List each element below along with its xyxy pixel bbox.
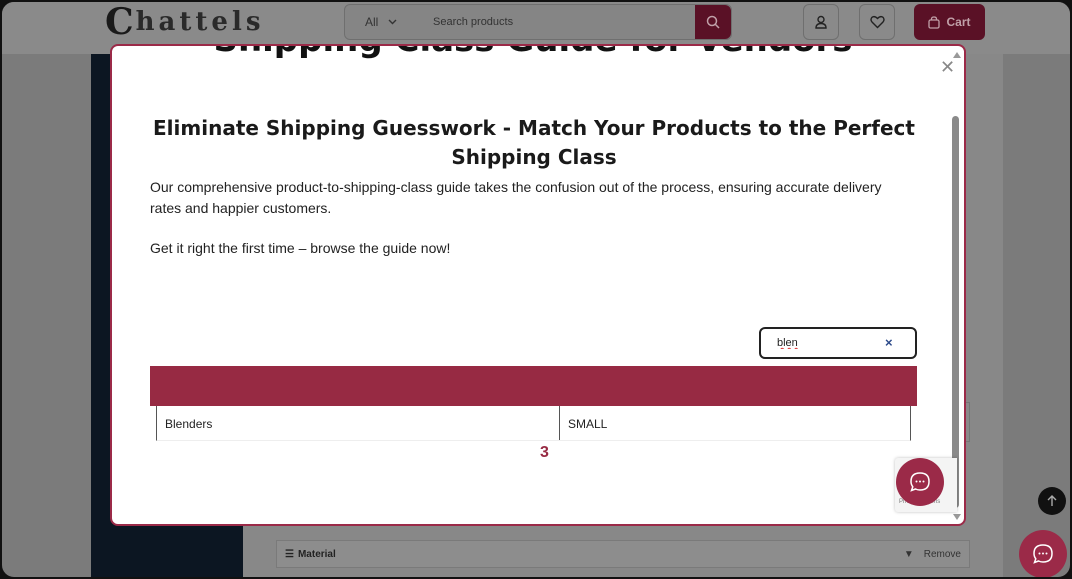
menu-icon: ☰ — [285, 548, 294, 560]
chevron-down-icon — [388, 19, 397, 25]
chat-icon — [1033, 544, 1053, 564]
chat-widget-button[interactable] — [1019, 530, 1067, 577]
material-row-actions: ▼ Remove — [904, 549, 961, 560]
search-button[interactable] — [695, 5, 731, 39]
bag-icon — [928, 15, 941, 29]
account-button[interactable] — [803, 4, 839, 40]
modal-chat-button[interactable] — [896, 458, 944, 506]
table-header — [150, 366, 917, 406]
user-icon — [815, 15, 827, 29]
cart-button[interactable]: Cart — [914, 4, 985, 40]
scroll-up-arrow-icon[interactable] — [953, 52, 961, 58]
material-attribute-row[interactable]: ☰ Material ▼ Remove — [276, 540, 970, 568]
scroll-to-top-button[interactable] — [1038, 487, 1066, 515]
pagination-current-page[interactable]: 3 — [540, 444, 549, 462]
table-row: Blenders SMALL — [156, 406, 911, 441]
chat-icon — [910, 472, 930, 492]
site-logo[interactable]: C hattels — [105, 1, 265, 43]
scroll-thumb[interactable] — [952, 116, 959, 508]
modal-headline: Eliminate Shipping Guesswork - Match You… — [153, 116, 915, 169]
modal-cta-text: Get it right the first time – browse the… — [150, 240, 451, 256]
product-cell: Blenders — [157, 406, 560, 440]
scroll-down-arrow-icon[interactable] — [953, 514, 961, 520]
table-search-input[interactable] — [777, 335, 877, 351]
shipping-guide-modal: Shipping Class Guide for Vendors ✕ Elimi… — [110, 44, 966, 526]
search-bar: All Search products — [344, 4, 732, 40]
search-input[interactable]: Search products — [433, 16, 513, 28]
modal-scrollbar[interactable] — [950, 50, 962, 524]
shipping-class-cell: SMALL — [568, 417, 608, 431]
search-icon — [706, 15, 720, 29]
cart-label: Cart — [946, 15, 971, 29]
logo-initial: C — [105, 1, 134, 43]
remove-link[interactable]: Remove — [924, 549, 961, 560]
category-select[interactable]: All — [365, 15, 397, 29]
modal-title: Shipping Class Guide for Vendors — [112, 46, 954, 60]
arrow-up-icon — [1047, 495, 1057, 506]
browser-frame: C hattels All Search products Cart ☰ Mat… — [0, 0, 1072, 579]
category-select-value: All — [365, 15, 379, 29]
material-label: Material — [297, 548, 336, 560]
table-search-box: × — [759, 327, 917, 359]
logo-text: hattels — [135, 7, 265, 37]
clear-search-icon[interactable]: × — [885, 335, 893, 351]
heart-icon — [869, 15, 885, 29]
wishlist-button[interactable] — [859, 4, 895, 40]
caret-down-icon[interactable]: ▼ — [904, 549, 914, 560]
modal-description: Our comprehensive product-to-shipping-cl… — [150, 179, 882, 216]
